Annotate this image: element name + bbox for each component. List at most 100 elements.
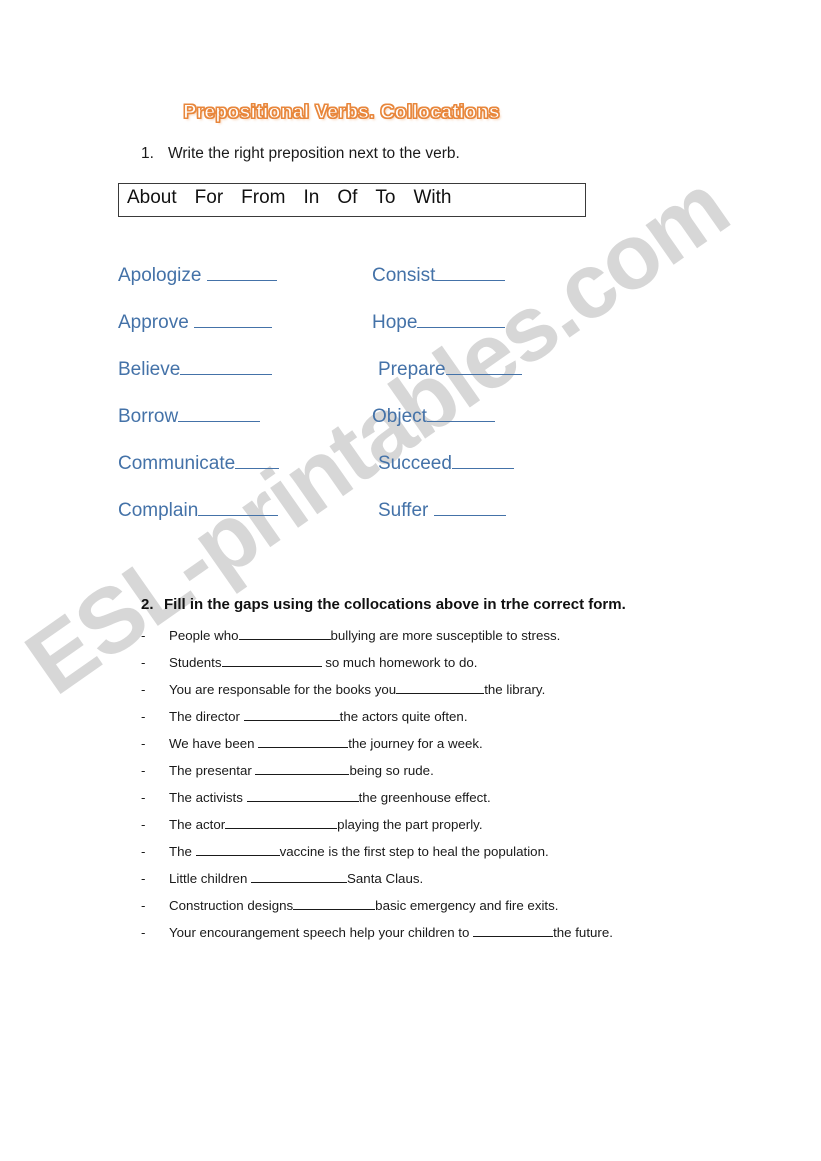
verb-answer-blank[interactable] xyxy=(445,359,522,375)
preposition-to: To xyxy=(375,187,396,208)
verb-row: Hope xyxy=(372,312,632,359)
bullet-dash: - xyxy=(141,655,146,670)
verb-answer-blank[interactable] xyxy=(417,312,506,328)
sentence-answer-blank[interactable] xyxy=(238,627,331,640)
exercise1-instruction: 1. Write the right preposition next to th… xyxy=(141,145,460,163)
exercise2-number: 2. xyxy=(141,596,154,613)
verb-row: Borrow xyxy=(118,406,368,453)
gap-fill-sentence: - You are responsable for the books you th… xyxy=(141,680,761,707)
verb-answer-blank[interactable] xyxy=(451,453,514,469)
sentence-text-after: the actors quite often. xyxy=(339,709,468,724)
verb-answer-blank[interactable] xyxy=(198,500,279,516)
verb-row: Consist xyxy=(372,265,632,312)
sentence-text-after: bullying are more susceptible to stress. xyxy=(330,628,561,643)
sentence-answer-blank[interactable] xyxy=(293,897,376,910)
sentence-text-after: so much homework to do. xyxy=(321,655,478,670)
sentence-answer-blank[interactable] xyxy=(251,870,348,883)
verb-answer-blank[interactable] xyxy=(435,265,506,281)
sentence-answer-blank[interactable] xyxy=(258,735,349,748)
bullet-dash: - xyxy=(141,709,146,724)
verb-label: Approve xyxy=(118,312,195,333)
sentence-text-after: Santa Claus. xyxy=(347,871,424,886)
exercise2-instruction: 2. Fill in the gaps using the collocation… xyxy=(141,596,626,613)
bullet-dash: - xyxy=(141,736,146,751)
sentence-text-after: vaccine is the first step to heal the po… xyxy=(279,844,549,859)
bullet-dash: - xyxy=(141,871,146,886)
preposition-of: Of xyxy=(337,187,358,208)
verb-label: Hope xyxy=(372,312,418,333)
verb-label: Prepare xyxy=(378,359,446,380)
sentence-text-after: the library. xyxy=(484,682,546,697)
gap-fill-sentence: - The activists the greenhouse effect. xyxy=(141,788,761,815)
sentence-text-before: Your encourangement speech help your chi… xyxy=(169,925,474,940)
verb-row: Apologize xyxy=(118,265,368,312)
preposition-about: About xyxy=(127,187,177,208)
verb-label: Borrow xyxy=(118,406,179,427)
verb-answer-blank[interactable] xyxy=(180,359,273,375)
sentence-text-before: The actor xyxy=(169,817,226,832)
sentence-text-after: playing the part properly. xyxy=(337,817,483,832)
verb-label: Object xyxy=(372,406,427,427)
verb-row: Communicate xyxy=(118,453,368,500)
verb-answer-blank[interactable] xyxy=(206,265,277,281)
bullet-dash: - xyxy=(141,790,146,805)
gap-fill-sentence: - Little children Santa Claus. xyxy=(141,869,761,896)
sentence-text-before: The xyxy=(169,844,196,859)
sentence-text-before: We have been xyxy=(169,736,259,751)
verb-answer-blank[interactable] xyxy=(426,406,495,422)
sentence-text-before: The director xyxy=(169,709,244,724)
sentence-answer-blank[interactable] xyxy=(246,789,359,802)
gap-fill-sentence: - The director the actors quite often. xyxy=(141,707,761,734)
sentence-text-before: Construction designs xyxy=(169,898,294,913)
gap-fill-sentence: - People who bullying are more susceptible… xyxy=(141,626,761,653)
bullet-dash: - xyxy=(141,763,146,778)
gap-fill-sentence: - Your encourangement speech help your ch… xyxy=(141,923,761,950)
bullet-dash: - xyxy=(141,898,146,913)
preposition-list: About For From In Of To With xyxy=(119,184,585,209)
exercise2-sentence-list: - People who bullying are more susceptible… xyxy=(141,626,761,950)
gap-fill-sentence: - Construction designs basic emergency and… xyxy=(141,896,761,923)
sentence-answer-blank[interactable] xyxy=(255,762,350,775)
page-title: Prepositional Verbs. Collocations xyxy=(183,101,500,124)
sentence-answer-blank[interactable] xyxy=(396,681,485,694)
bullet-dash: - xyxy=(141,844,146,859)
verb-row: Prepare xyxy=(372,359,632,406)
verb-column-left: Apologize Approve Believe Borrow Communica… xyxy=(118,265,368,547)
verb-row: Complain xyxy=(118,500,368,547)
sentence-text-after: the journey for a week. xyxy=(348,736,483,751)
exercise1-number: 1. xyxy=(141,145,154,162)
sentence-text-before: People who xyxy=(169,628,239,643)
bullet-dash: - xyxy=(141,682,146,697)
sentence-answer-blank[interactable] xyxy=(473,924,554,937)
preposition-word-bank: About For From In Of To With xyxy=(118,183,586,217)
preposition-with: With xyxy=(413,187,452,208)
verb-row: Believe xyxy=(118,359,368,406)
verb-answer-blank[interactable] xyxy=(235,453,280,469)
sentence-answer-blank[interactable] xyxy=(221,654,322,667)
verb-row: Object xyxy=(372,406,632,453)
verb-label: Consist xyxy=(372,265,436,286)
sentence-text-after: basic emergency and fire exits. xyxy=(375,898,559,913)
sentence-answer-blank[interactable] xyxy=(225,816,338,829)
preposition-in: In xyxy=(303,187,320,208)
preposition-for: For xyxy=(194,187,224,208)
sentence-text-before: The activists xyxy=(169,790,247,805)
gap-fill-sentence: - We have been the journey for a week. xyxy=(141,734,761,761)
gap-fill-sentence: - Students so much homework to do. xyxy=(141,653,761,680)
verb-label: Succeed xyxy=(378,453,452,474)
verb-answer-blank[interactable] xyxy=(194,312,273,328)
sentence-text-before: Little children xyxy=(169,871,252,886)
verb-answer-blank[interactable] xyxy=(178,406,261,422)
sentence-text-before: The presentar xyxy=(169,763,256,778)
bullet-dash: - xyxy=(141,925,146,940)
verb-row: Suffer xyxy=(372,500,632,547)
bullet-dash: - xyxy=(141,817,146,832)
verb-answer-blank[interactable] xyxy=(433,500,506,516)
exercise2-instruction-text: Fill in the gaps using the collocations … xyxy=(164,596,626,613)
verb-label: Communicate xyxy=(118,453,236,474)
verb-row: Succeed xyxy=(372,453,632,500)
sentence-answer-blank[interactable] xyxy=(243,708,340,721)
gap-fill-sentence: - The vaccine is the first step to heal t… xyxy=(141,842,761,869)
sentence-answer-blank[interactable] xyxy=(195,843,280,856)
verb-label: Suffer xyxy=(378,500,434,521)
